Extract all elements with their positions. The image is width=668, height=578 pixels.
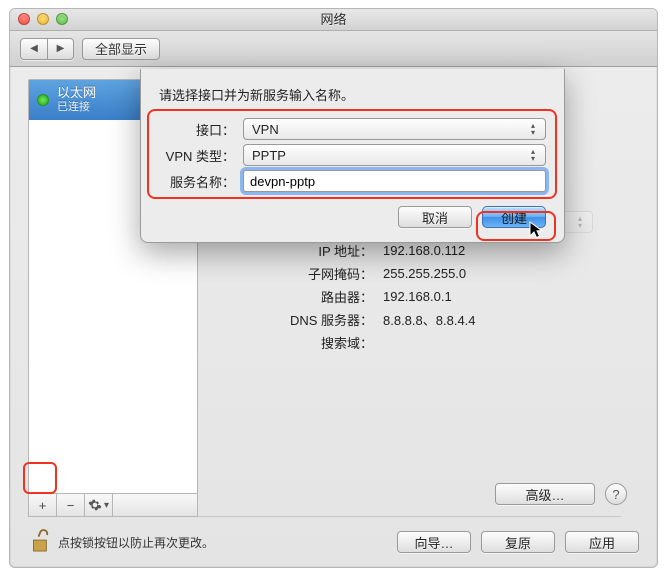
lock-button[interactable] — [28, 528, 50, 557]
lock-text: 点按锁按钮以防止再次更改。 — [58, 534, 214, 551]
zoom-window-button[interactable] — [56, 13, 68, 25]
traffic-lights — [18, 13, 68, 25]
sheet-message: 请选择接口并为新服务输入名称。 — [159, 85, 546, 104]
help-button[interactable]: ? — [605, 483, 627, 505]
assistant-button[interactable]: 向导… — [397, 531, 471, 553]
cancel-button[interactable]: 取消 — [398, 206, 472, 228]
interface-value: VPN — [252, 122, 279, 137]
cursor-icon — [529, 221, 545, 241]
new-service-sheet: 请选择接口并为新服务输入名称。 接口： VPN VPN 类型： PPTP 服务名… — [140, 69, 565, 243]
titlebar: 网络 — [10, 9, 657, 31]
status-dot-green-icon — [37, 94, 49, 106]
advanced-button[interactable]: 高级… — [495, 483, 595, 505]
show-all-button[interactable]: 全部显示 — [82, 38, 160, 60]
ip-address-value: 192.168.0.112 — [383, 243, 465, 258]
apply-button[interactable]: 应用 — [565, 531, 639, 553]
dns-value: 8.8.8.8、8.8.4.4 — [383, 310, 476, 329]
vpn-type-label: VPN 类型： — [159, 146, 243, 165]
toolbar: ◀ ▶ 全部显示 — [10, 31, 657, 67]
close-window-button[interactable] — [18, 13, 30, 25]
sidebar-footer: + − ▾ — [28, 493, 198, 517]
gear-icon — [88, 498, 102, 512]
service-name-input[interactable] — [243, 170, 546, 192]
service-name: 以太网 — [57, 86, 96, 101]
interface-label: 接口： — [159, 120, 243, 139]
nav-back-forward: ◀ ▶ — [20, 38, 74, 60]
router-label: 路由器： — [198, 287, 383, 306]
subnet-mask-label: 子网掩码： — [198, 264, 383, 283]
chevron-left-icon: ◀ — [30, 43, 38, 54]
forward-button[interactable]: ▶ — [47, 39, 73, 59]
back-button[interactable]: ◀ — [21, 39, 47, 59]
vpn-type-value: PPTP — [252, 148, 286, 163]
service-status: 已连接 — [57, 101, 96, 114]
add-service-button[interactable]: + — [29, 494, 57, 516]
remove-service-button[interactable]: − — [57, 494, 85, 516]
service-actions-button[interactable]: ▾ — [85, 494, 113, 516]
chevron-down-icon: ▾ — [104, 500, 109, 511]
search-domains-label: 搜索域： — [198, 333, 383, 352]
chevron-right-icon: ▶ — [57, 43, 65, 54]
dns-label: DNS 服务器： — [198, 310, 383, 329]
help-icon: ? — [612, 487, 619, 502]
minimize-window-button[interactable] — [37, 13, 49, 25]
updown-caret-icon — [525, 121, 541, 137]
subnet-mask-value: 255.255.255.0 — [383, 266, 466, 281]
revert-button[interactable]: 复原 — [481, 531, 555, 553]
service-name-label: 服务名称： — [159, 172, 243, 191]
window-title: 网络 — [320, 12, 346, 27]
router-value: 192.168.0.1 — [383, 289, 452, 304]
network-preferences-window: 网络 ◀ ▶ 全部显示 以太网 已连接 + − ▾ — [9, 8, 658, 568]
updown-caret-icon — [525, 147, 541, 163]
interface-select[interactable]: VPN — [243, 118, 546, 140]
ip-address-label: IP 地址： — [198, 241, 383, 260]
lock-open-icon — [28, 528, 50, 554]
vpn-type-select[interactable]: PPTP — [243, 144, 546, 166]
footer: 点按锁按钮以防止再次更改。 向导… 复原 应用 — [10, 517, 657, 567]
